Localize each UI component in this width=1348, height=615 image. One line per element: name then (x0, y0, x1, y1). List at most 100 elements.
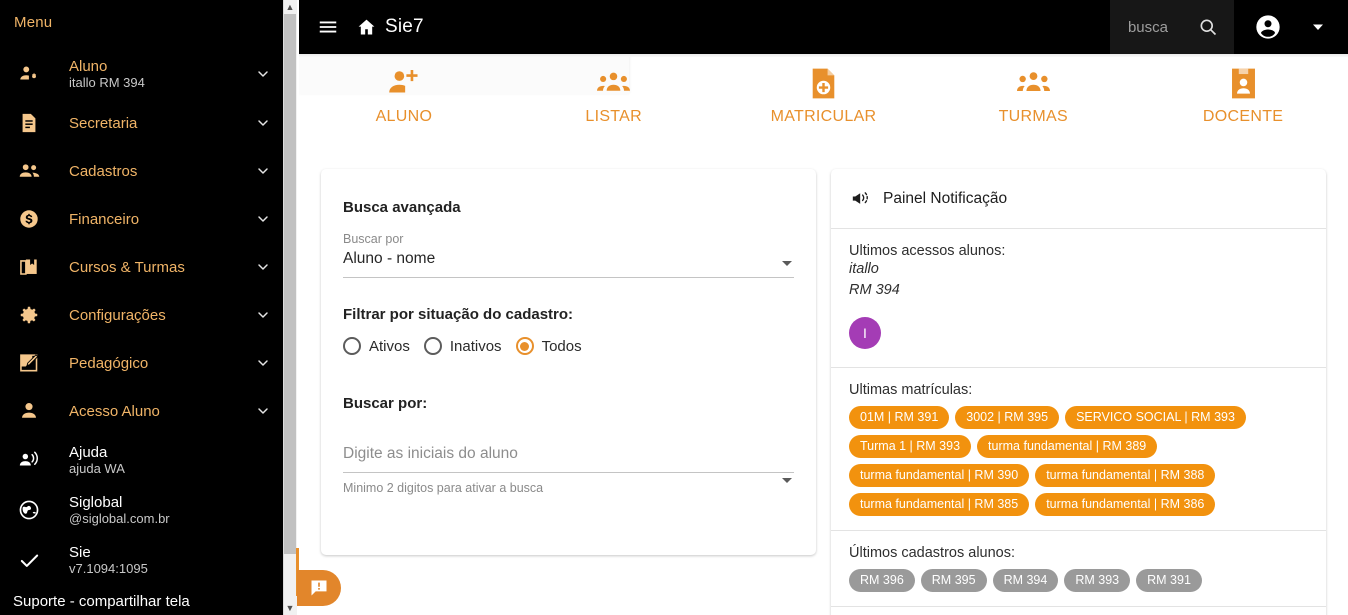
chevron-down-icon[interactable] (253, 211, 273, 227)
last-classes-title: Últimas turmas: (831, 607, 1326, 615)
chevron-down-icon[interactable] (253, 66, 273, 82)
quick-nav-bar: ALUNO LISTAR MATRICULAR TURMAS DOCENTE (299, 64, 1348, 154)
chip[interactable]: SERVICO SOCIAL | RM 393 (1065, 406, 1246, 429)
quicknav-listar[interactable]: LISTAR (509, 64, 719, 154)
chip[interactable]: turma fundamental | RM 389 (977, 435, 1158, 458)
last-enrollments-section: Ultimas matrículas: 01M | RM 391 3002 | R… (831, 368, 1326, 531)
sidebar-item-pedag-gico[interactable]: Pedagógico (0, 339, 283, 387)
hamburger-icon[interactable] (313, 12, 343, 42)
sidebar-item-ajuda[interactable]: Ajuda ajuda WA (0, 435, 283, 485)
chevron-down-icon[interactable] (253, 355, 273, 371)
quicknav-label: ALUNO (375, 108, 433, 125)
avatar[interactable]: I (849, 317, 881, 349)
sidebar-item-label: Pedagógico (69, 354, 149, 372)
sidebar-item-text: Acesso Aluno (45, 403, 253, 420)
user-settings-icon (13, 63, 45, 85)
last-access-name: itallo (849, 261, 879, 277)
chevron-down-icon[interactable] (253, 403, 273, 419)
sidebar-item-acesso-aluno[interactable]: Acesso Aluno (0, 387, 283, 435)
chip[interactable]: turma fundamental | RM 386 (1035, 493, 1216, 516)
account-circle-icon[interactable] (1254, 13, 1282, 41)
advanced-search-card: Busca avançada Buscar por Aluno - nome F… (321, 169, 816, 555)
sidebar-item-text: Siglobal @siglobal.com.br (45, 494, 253, 527)
globe-icon (13, 499, 45, 521)
chip[interactable]: RM 396 (849, 569, 915, 592)
sidebar-item-text: Cadastros (45, 163, 253, 180)
radio-ativos[interactable]: Ativos (343, 337, 410, 355)
chevron-down-icon[interactable] (253, 307, 273, 323)
quicknav-label: LISTAR (585, 108, 643, 125)
chip[interactable]: turma fundamental | RM 385 (849, 493, 1030, 516)
status-radio-group: Ativos Inativos Todos (343, 337, 794, 355)
quicknav-label: MATRICULAR (770, 108, 877, 125)
chevron-down-icon[interactable] (253, 163, 273, 179)
quicknav-matricular[interactable]: MATRICULAR (719, 64, 929, 154)
chip[interactable]: Turma 1 | RM 393 (849, 435, 972, 458)
chip[interactable]: RM 394 (992, 569, 1059, 592)
quicknav-docente[interactable]: DOCENTE (1138, 64, 1348, 154)
sidebar-title: Menu (14, 14, 53, 31)
edit-square-icon (13, 352, 45, 374)
search-input[interactable]: busca (1109, 0, 1234, 54)
search-by-select[interactable]: Buscar por Aluno - nome (343, 232, 794, 278)
search-icon[interactable] (1198, 17, 1218, 37)
last-access-rm: RM 394 (849, 282, 900, 298)
radio-label: Ativos (369, 337, 410, 355)
radio-todos[interactable]: Todos (515, 337, 582, 355)
main-content: ALUNO LISTAR MATRICULAR TURMAS DOCENTE Busca… (299, 54, 1348, 615)
people-icon (13, 160, 45, 183)
sidebar-item-sublabel: ajuda WA (69, 460, 125, 476)
chevron-down-icon[interactable] (782, 478, 792, 483)
sidebar-item-secretaria[interactable]: Secretaria (0, 99, 283, 147)
sidebar-item-label: Acesso Aluno (69, 402, 160, 420)
search-by-heading: Buscar por: (343, 395, 428, 412)
sidebar-item-siglobal[interactable]: Siglobal @siglobal.com.br (0, 485, 283, 535)
search-by-underline (343, 277, 794, 278)
sidebar-item-label: Aluno (69, 57, 108, 75)
sidebar-item-aluno[interactable]: Aluno itallo RM 394 (0, 49, 283, 99)
radio-label: Inativos (449, 337, 502, 355)
student-initials-placeholder: Digite as iniciais do aluno (343, 445, 518, 462)
radio-circle[interactable] (423, 337, 442, 355)
quicknav-label: DOCENTE (1202, 108, 1284, 125)
caret-down-icon[interactable] (1312, 21, 1324, 33)
chip[interactable]: 01M | RM 391 (849, 406, 950, 429)
quicknav-turmas[interactable]: TURMAS (928, 64, 1138, 154)
last-registrations-title: Últimos cadastros alunos: (849, 545, 1016, 561)
quicknav-aluno[interactable]: ALUNO (299, 64, 509, 154)
sidebar-item-label: Secretaria (69, 114, 138, 132)
chevron-down-icon[interactable] (253, 115, 273, 131)
last-registrations-section: Últimos cadastros alunos: RM 396 RM 395 RM… (831, 531, 1326, 607)
notification-panel-title: Painel Notificação (883, 189, 1008, 207)
sidebar-support-label[interactable]: Suporte - compartilhar tela (0, 585, 283, 610)
check-icon (13, 549, 45, 572)
student-initials-hint: Minimo 2 digitos para ativar a busca (343, 481, 544, 495)
filter-status-heading: Filtrar por situação do cadastro: (343, 306, 574, 323)
chip[interactable]: turma fundamental | RM 388 (1035, 464, 1216, 487)
sidebar-item-financeiro[interactable]: Financeiro (0, 195, 283, 243)
radio-circle[interactable] (515, 337, 534, 355)
chip[interactable]: RM 391 (1136, 569, 1202, 592)
chip[interactable]: turma fundamental | RM 390 (849, 464, 1030, 487)
scroll-up-arrow-icon[interactable]: ▲ (284, 0, 296, 14)
scroll-down-arrow-icon[interactable]: ▼ (284, 601, 296, 615)
student-initials-input[interactable]: Digite as iniciais do aluno Minimo 2 dig… (343, 442, 794, 495)
feedback-bubble-icon[interactable] (297, 570, 341, 606)
chip[interactable]: RM 393 (1064, 569, 1131, 592)
group-icon (597, 64, 631, 102)
home-icon[interactable] (353, 14, 379, 40)
chip[interactable]: RM 395 (920, 569, 987, 592)
sidebar-item-text: Ajuda ajuda WA (45, 444, 253, 477)
sidebar-scrollbar-thumb[interactable] (284, 14, 296, 554)
sidebar-item-configura-es[interactable]: Configurações (0, 291, 283, 339)
chip[interactable]: 3002 | RM 395 (955, 406, 1060, 429)
last-access-section: Ultimos acessos alunos: itallo RM 394 I (831, 229, 1326, 368)
radio-circle[interactable] (343, 337, 361, 355)
sidebar-item-sie[interactable]: Sie v7.1094:1095 (0, 535, 283, 585)
sidebar-item-cadastros[interactable]: Cadastros (0, 147, 283, 195)
sidebar-item-cursos-turmas[interactable]: Cursos & Turmas (0, 243, 283, 291)
radio-inativos[interactable]: Inativos (423, 337, 502, 355)
chevron-down-icon[interactable] (782, 261, 792, 266)
gear-icon (13, 304, 45, 326)
chevron-down-icon[interactable] (253, 259, 273, 275)
